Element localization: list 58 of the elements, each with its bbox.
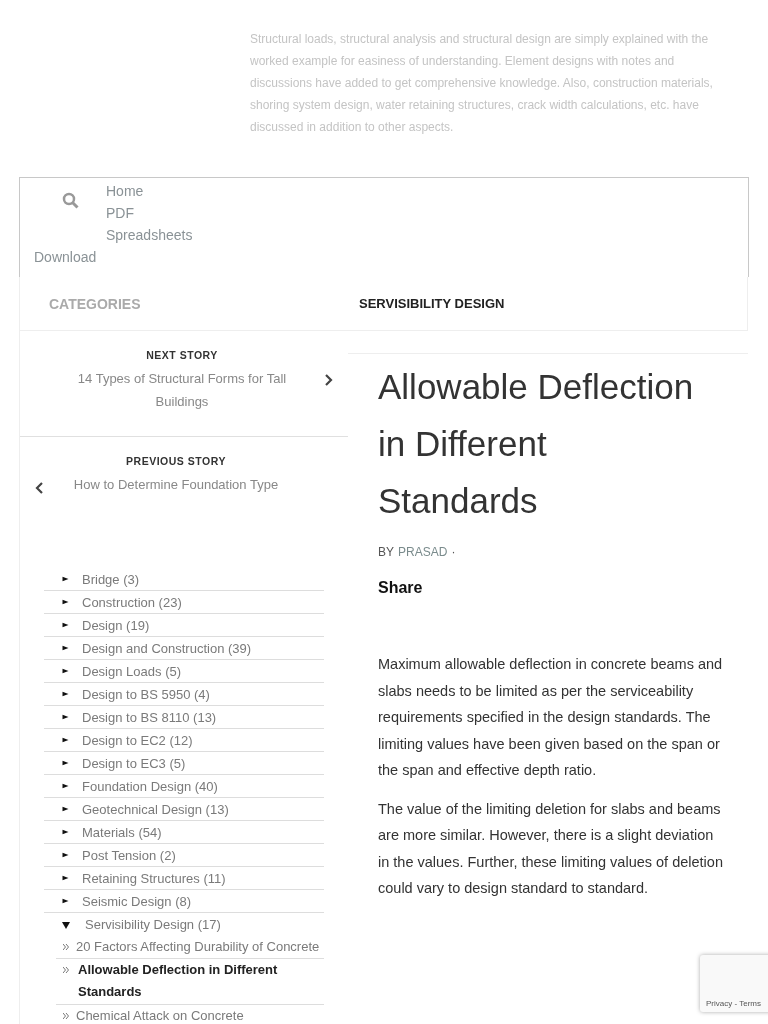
category-link[interactable]: Construction (23) [82,594,182,610]
category-link[interactable]: Post Tension (2) [82,847,176,863]
category-link[interactable]: Retaining Structures (11) [82,870,226,886]
collapsed-caret-icon[interactable] [62,852,69,858]
byline-separator: · [451,545,456,559]
menu-link[interactable]: Spreadsheets [106,224,193,246]
collapsed-caret-icon[interactable] [62,576,69,582]
article-title: Allowable Deflection in Different Standards [378,366,695,522]
post-link[interactable]: Allowable Deflection in Different Standards [76,959,324,1003]
category-link[interactable]: Foundation Design (40) [82,778,218,794]
privacy-terms-link[interactable]: Privacy - Terms [706,999,761,1008]
collapsed-caret-icon[interactable] [62,714,69,720]
category-link[interactable]: Design and Construction (39) [82,640,252,656]
double-chevron-icon [63,967,69,973]
article-paragraph: Maximum allowable deflection in concrete beams and slabs needs to be limited as per the serviceability requirements specified in the design standards. The limiting values have been given based on the span or the span and effective depth ratio. [378,655,724,780]
collapsed-caret-icon[interactable] [62,668,69,674]
collapsed-caret-icon[interactable] [62,806,69,812]
story-label: NEXT STORY [146,349,218,361]
category-link[interactable]: Design to EC3 (5) [82,755,186,771]
collapsed-caret-icon[interactable] [62,875,69,881]
search-icon[interactable] [61,192,79,209]
share-label: Share [378,579,424,597]
category-link[interactable]: Design to EC2 (12) [82,732,193,748]
category-link[interactable]: Servisibility Design (17) [85,917,221,932]
section-tab[interactable]: SERVISIBILITY DESIGN [348,277,748,331]
byline-label: BY [378,545,394,559]
category-link[interactable]: Geotechnical Design (13) [82,801,229,817]
collapsed-caret-icon[interactable] [62,898,69,904]
article-paragraph: The value of the limiting deletion for slabs and beams are more similar. However, there is a slight deviation in the values. Further, these limiting values of deletion could vary to design standard to standard. [378,799,724,898]
chevron-right-icon[interactable] [324,373,334,387]
category-link[interactable]: Bridge (3) [82,571,140,587]
chevron-left-icon[interactable] [34,481,44,495]
double-chevron-icon [63,944,69,950]
post-link[interactable]: Chemical Attack on Concrete [76,1005,324,1024]
collapsed-caret-icon[interactable] [62,829,69,835]
collapsed-caret-icon[interactable] [62,599,69,605]
double-chevron-icon [63,1013,69,1019]
menu-link[interactable]: Download [34,246,748,268]
author-link[interactable]: PRASAD [398,545,448,559]
menu-link[interactable]: Home [106,180,193,202]
previous-story-link[interactable]: How to Determine Foundation Type [73,473,279,496]
menu-link[interactable]: PDF [106,202,193,224]
collapsed-caret-icon[interactable] [62,760,69,766]
category-link[interactable]: Design (19) [82,617,150,633]
collapsed-caret-icon[interactable] [62,691,69,697]
next-story-link[interactable]: 14 Types of Structural Forms for Tall Buildings [60,367,304,413]
category-link[interactable]: Materials (54) [82,824,162,840]
expanded-caret-icon[interactable] [62,920,70,929]
category-link[interactable]: Design Loads (5) [82,663,181,679]
collapsed-caret-icon[interactable] [62,737,69,743]
post-link[interactable]: 20 Factors Affecting Durability of Concrete [76,936,324,958]
collapsed-caret-icon[interactable] [62,622,69,628]
category-link[interactable]: Design to BS 8110 (13) [82,709,217,725]
category-link[interactable]: Design to BS 5950 (4) [82,686,210,702]
collapsed-caret-icon[interactable] [62,645,69,651]
collapsed-caret-icon[interactable] [62,783,69,789]
story-label: PREVIOUS STORY [126,455,226,467]
category-link[interactable]: Seismic Design (8) [82,893,192,909]
